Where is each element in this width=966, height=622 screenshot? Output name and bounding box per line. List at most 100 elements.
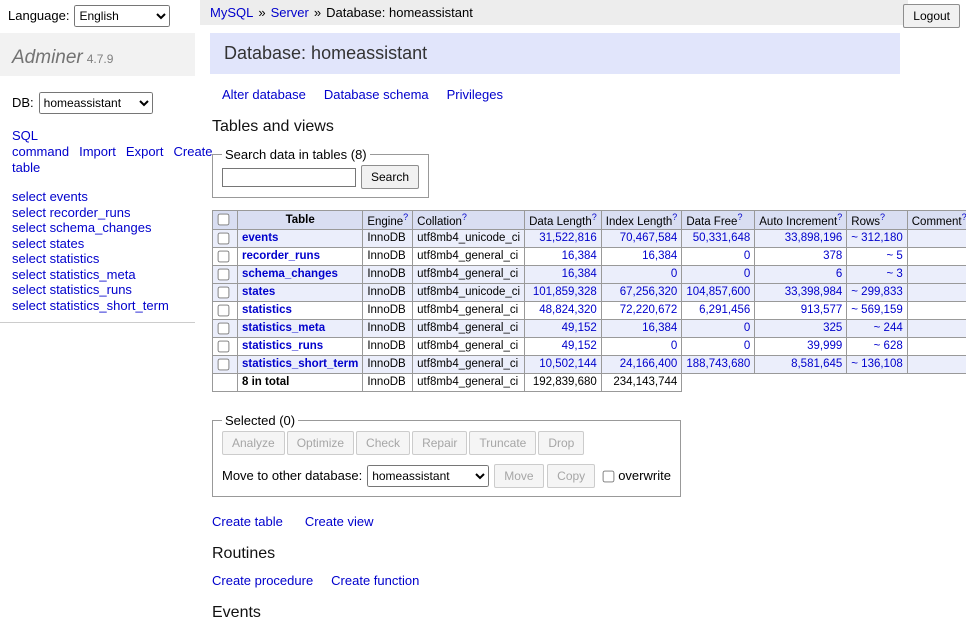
table-row: statistics InnoDB utf8mb4_general_ci 48,… — [213, 301, 966, 319]
table-name-link[interactable]: events — [242, 232, 278, 244]
sidebar-divider — [0, 322, 195, 323]
db-select[interactable]: homeassistant — [39, 92, 153, 114]
create-table-link[interactable]: Create table — [212, 514, 283, 529]
auto-increment-link[interactable]: 33,398,984 — [785, 286, 843, 298]
help-link[interactable]: ? — [962, 212, 966, 222]
sidebar-link-sql-command[interactable]: SQL command — [12, 128, 69, 159]
rows-count-link[interactable]: ~ 136,108 — [851, 358, 902, 370]
data-length-link[interactable]: 10,502,144 — [539, 358, 597, 370]
rows-count-link[interactable]: ~ 3 — [886, 268, 902, 280]
data-free-link[interactable]: 6,291,456 — [699, 304, 750, 316]
create-procedure-link[interactable]: Create procedure — [212, 573, 313, 588]
data-free-link[interactable]: 188,743,680 — [686, 358, 750, 370]
table-name-link[interactable]: statistics_short_term — [242, 358, 358, 370]
create-function-link[interactable]: Create function — [331, 573, 419, 588]
row-checkbox[interactable] — [218, 340, 230, 352]
search-input[interactable] — [222, 168, 356, 187]
rows-count-link[interactable]: ~ 312,180 — [851, 232, 902, 244]
auto-increment-link[interactable]: 913,577 — [801, 304, 843, 316]
overwrite-checkbox[interactable] — [603, 471, 615, 483]
data-free-link[interactable]: 0 — [744, 322, 750, 334]
auto-increment-link[interactable]: 39,999 — [807, 340, 842, 352]
data-length-link[interactable]: 48,824,320 — [539, 304, 597, 316]
help-link[interactable]: ? — [672, 212, 677, 222]
row-checkbox[interactable] — [218, 250, 230, 262]
sidebar-item-select-statistics[interactable]: select statistics — [12, 251, 183, 267]
data-free-link[interactable]: 104,857,600 — [686, 286, 750, 298]
row-checkbox[interactable] — [218, 358, 230, 370]
sidebar-item-select-statistics-short-term[interactable]: select statistics_short_term — [12, 298, 183, 314]
table-name-link[interactable]: states — [242, 286, 275, 298]
data-length-link[interactable]: 49,152 — [562, 340, 597, 352]
privileges-link[interactable]: Privileges — [447, 87, 503, 102]
data-free-link[interactable]: 50,331,648 — [693, 232, 751, 244]
data-length-link[interactable]: 101,859,328 — [533, 286, 597, 298]
help-link[interactable]: ? — [462, 212, 467, 222]
auto-increment-link[interactable]: 378 — [823, 250, 842, 262]
help-link[interactable]: ? — [837, 212, 842, 222]
auto-increment-link[interactable]: 33,898,196 — [785, 232, 843, 244]
help-link[interactable]: ? — [403, 212, 408, 222]
sidebar-item-select-statistics-meta[interactable]: select statistics_meta — [12, 267, 183, 283]
table-name-link[interactable]: statistics — [242, 304, 292, 316]
sidebar-link-import[interactable]: Import — [79, 144, 116, 159]
index-length-link[interactable]: 16,384 — [642, 322, 677, 334]
rows-count-link[interactable]: ~ 569,159 — [851, 304, 902, 316]
comment-cell — [907, 355, 966, 373]
breadcrumb-link-server[interactable]: Server — [271, 5, 309, 20]
index-length-link[interactable]: 0 — [671, 340, 677, 352]
help-link[interactable]: ? — [737, 212, 742, 222]
data-free-link[interactable]: 0 — [744, 340, 750, 352]
database-schema-link[interactable]: Database schema — [324, 87, 429, 102]
auto-increment-link[interactable]: 8,581,645 — [791, 358, 842, 370]
index-length-link[interactable]: 24,166,400 — [620, 358, 678, 370]
index-length-link[interactable]: 70,467,584 — [620, 232, 678, 244]
sidebar-item-select-states[interactable]: select states — [12, 236, 183, 252]
data-free-link[interactable]: 0 — [744, 268, 750, 280]
language-select[interactable]: English — [74, 5, 170, 27]
table-name-link[interactable]: statistics_runs — [242, 340, 323, 352]
overwrite-option[interactable]: overwrite — [602, 468, 671, 483]
search-button[interactable]: Search — [361, 165, 419, 189]
rows-count-link[interactable]: ~ 299,833 — [851, 286, 902, 298]
data-length-link[interactable]: 16,384 — [562, 250, 597, 262]
table-name-link[interactable]: recorder_runs — [242, 250, 320, 262]
alter-database-link[interactable]: Alter database — [222, 87, 306, 102]
sidebar-item-select-recorder-runs[interactable]: select recorder_runs — [12, 205, 183, 221]
rows-count-link[interactable]: ~ 628 — [874, 340, 903, 352]
comment-cell — [907, 319, 966, 337]
data-length-link[interactable]: 16,384 — [562, 268, 597, 280]
auto-increment-link[interactable]: 6 — [836, 268, 842, 280]
move-db-select[interactable]: homeassistant — [367, 465, 489, 487]
help-link[interactable]: ? — [592, 212, 597, 222]
data-free-link[interactable]: 0 — [744, 250, 750, 262]
row-checkbox[interactable] — [218, 286, 230, 298]
auto-increment-link[interactable]: 325 — [823, 322, 842, 334]
rows-count-link[interactable]: ~ 244 — [874, 322, 903, 334]
sidebar-item-select-statistics-runs[interactable]: select statistics_runs — [12, 282, 183, 298]
logout-button[interactable]: Logout — [903, 4, 960, 28]
sidebar-item-select-events[interactable]: select events — [12, 189, 183, 205]
sidebar-item-select-schema-changes[interactable]: select schema_changes — [12, 220, 183, 236]
sidebar-link-export[interactable]: Export — [126, 144, 164, 159]
rows-count-link[interactable]: ~ 5 — [886, 250, 902, 262]
move-label: Move to other database: — [222, 468, 362, 483]
row-checkbox[interactable] — [218, 268, 230, 280]
row-checkbox[interactable] — [218, 232, 230, 244]
index-length-link[interactable]: 16,384 — [642, 250, 677, 262]
breadcrumb-link-mysql[interactable]: MySQL — [210, 5, 253, 20]
row-checkbox[interactable] — [218, 304, 230, 316]
select-all-checkbox[interactable] — [218, 214, 230, 226]
row-checkbox[interactable] — [218, 322, 230, 334]
create-links: Create table Create view — [212, 514, 930, 529]
create-view-link[interactable]: Create view — [305, 514, 374, 529]
engine-cell: InnoDB — [363, 319, 413, 337]
index-length-link[interactable]: 72,220,672 — [620, 304, 678, 316]
table-name-link[interactable]: statistics_meta — [242, 322, 325, 334]
index-length-link[interactable]: 0 — [671, 268, 677, 280]
help-link[interactable]: ? — [880, 212, 885, 222]
index-length-link[interactable]: 67,256,320 — [620, 286, 678, 298]
table-name-link[interactable]: schema_changes — [242, 268, 338, 280]
data-length-link[interactable]: 49,152 — [562, 322, 597, 334]
data-length-link[interactable]: 31,522,816 — [539, 232, 597, 244]
